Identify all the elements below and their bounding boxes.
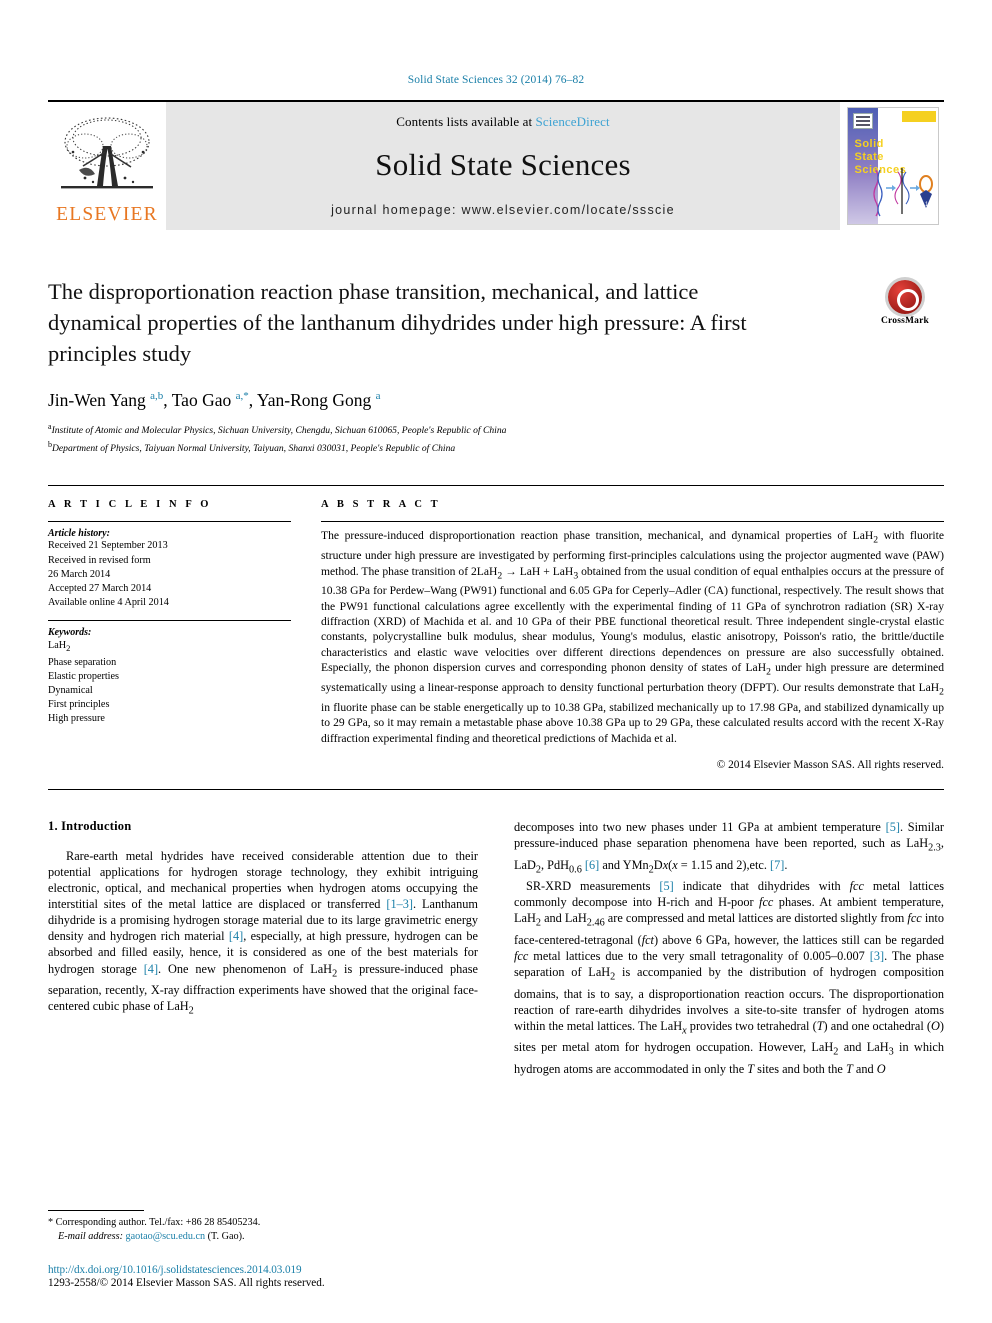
- contents-prefix: Contents lists available at: [396, 113, 536, 129]
- history-item: 26 March 2014: [48, 568, 111, 580]
- footnote-area: * Corresponding author. Tel./fax: +86 28…: [48, 1210, 468, 1289]
- article-info-column: A R T I C L E I N F O Article history: R…: [48, 486, 291, 771]
- corresponding-author-note: * Corresponding author. Tel./fax: +86 28…: [48, 1217, 261, 1228]
- keyword-item: Dynamical: [48, 685, 93, 697]
- crossmark-badge[interactable]: CrossMark: [868, 280, 942, 326]
- history-item: Available online 4 April 2014: [48, 597, 169, 609]
- abstract-rule: [321, 521, 944, 523]
- contents-available-line: Contents lists available at ScienceDirec…: [396, 114, 609, 130]
- journal-title: Solid State Sciences: [375, 146, 631, 182]
- intro-paragraph-left: Rare-earth metal hydrides have received …: [48, 848, 479, 1017]
- history-item: Received 21 September 2013: [48, 540, 168, 552]
- keywords-label: Keywords:: [48, 627, 92, 639]
- cover-image: Solid State Sciences 1: [846, 107, 939, 225]
- keyword-item: First principles: [48, 699, 110, 711]
- keyword-item: Elastic properties: [48, 670, 120, 682]
- doi-link[interactable]: http://dx.doi.org/10.1016/j.solidstatesc…: [48, 1264, 468, 1276]
- keyword-item: Phase separation: [48, 656, 117, 668]
- abstract-heading: A B S T R A C T: [321, 499, 441, 511]
- abstract-text: The pressure-induced disproportionation …: [321, 529, 944, 745]
- article-history-label: Article history:: [48, 528, 110, 540]
- intro-paragraph-right-1: decomposes into two new phases under 11 …: [514, 819, 945, 875]
- abstract-copyright: © 2014 Elsevier Masson SAS. All rights r…: [716, 758, 944, 771]
- affiliation-text-b: Department of Physics, Taiyuan Normal Un…: [52, 442, 456, 454]
- journal-cover-thumbnail: Solid State Sciences 1: [840, 102, 944, 230]
- history-item: Received in revised form: [48, 554, 151, 566]
- crossmark-label: CrossMark: [880, 316, 930, 326]
- keyword-item: LaH2: [48, 640, 71, 654]
- info-abstract-section: A R T I C L E I N F O Article history: R…: [48, 485, 944, 771]
- article-content: The disproportionation reaction phase tr…: [0, 276, 992, 1077]
- page-title: The disproportionation reaction phase tr…: [48, 279, 747, 366]
- cover-artwork-icon: 1: [872, 168, 933, 217]
- article-info-heading: A R T I C L E I N F O: [48, 499, 212, 511]
- email-note: E-mail address: gaotao@scu.edu.cn (T. Ga…: [58, 1231, 245, 1242]
- abstract-column: A B S T R A C T The pressure-induced dis…: [321, 486, 944, 771]
- title-block: The disproportionation reaction phase tr…: [48, 276, 944, 455]
- affiliation-text-a: Institute of Atomic and Molecular Physic…: [51, 425, 507, 437]
- keyword-item: High pressure: [48, 713, 105, 725]
- elsevier-logo: ELSEVIER: [48, 102, 166, 230]
- affiliation-a: aInstitute of Atomic and Molecular Physi…: [48, 420, 944, 438]
- masthead-container: ELSEVIER Contents lists available at Sci…: [0, 100, 992, 230]
- keywords-block: Keywords: LaH2 Phase separation Elastic …: [48, 620, 291, 726]
- paper-page: Solid State Sciences 32 (2014) 76–82 ELS…: [0, 0, 992, 1323]
- author-list: Jin-Wen Yang a,b, Tao Gao a,*, Yan-Rong …: [48, 390, 381, 410]
- body-columns: 1. Introduction Rare-earth metal hydride…: [48, 819, 944, 1077]
- cover-publisher-badge-icon: [852, 113, 873, 129]
- sciencedirect-link[interactable]: ScienceDirect: [536, 114, 610, 129]
- body-separator-rule: [48, 788, 944, 790]
- issn-copyright-line: 1293-2558/© 2014 Elsevier Masson SAS. Al…: [48, 1277, 325, 1289]
- crossmark-icon: [888, 280, 922, 314]
- masthead-center: Contents lists available at ScienceDirec…: [166, 102, 840, 230]
- body-column-right: decomposes into two new phases under 11 …: [514, 819, 944, 1077]
- intro-paragraph-right-2: SR-XRD measurements [5] indicate that di…: [514, 879, 944, 1076]
- journal-homepage[interactable]: journal homepage: www.elsevier.com/locat…: [331, 203, 675, 217]
- running-head: Solid State Sciences 32 (2014) 76–82: [407, 74, 585, 86]
- cover-yellow-bar: [901, 111, 936, 122]
- journal-masthead: ELSEVIER Contents lists available at Sci…: [48, 102, 944, 230]
- footnote-rule: [48, 1210, 144, 1211]
- elsevier-wordmark: ELSEVIER: [56, 203, 158, 225]
- elsevier-tree-icon: [61, 116, 153, 188]
- svg-text:1: 1: [925, 202, 929, 208]
- body-column-left: 1. Introduction Rare-earth metal hydride…: [48, 819, 478, 1077]
- article-info-rule: [48, 521, 291, 523]
- history-item: Accepted 27 March 2014: [48, 582, 152, 594]
- affiliation-list: aInstitute of Atomic and Molecular Physi…: [48, 420, 944, 455]
- keywords-rule: [48, 620, 291, 622]
- affiliation-b: bDepartment of Physics, Taiyuan Normal U…: [48, 438, 944, 456]
- section-title-introduction: 1. Introduction: [48, 818, 132, 833]
